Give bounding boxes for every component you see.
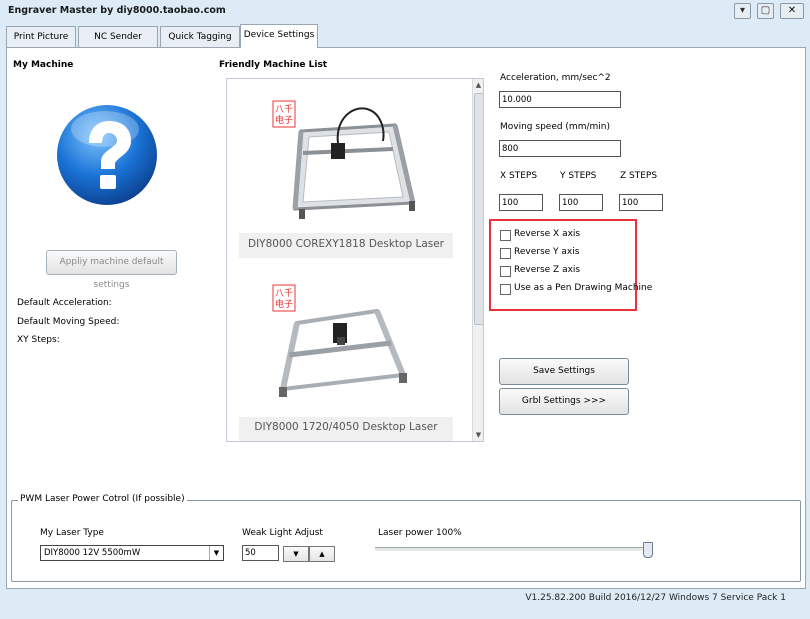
chevron-down-icon[interactable]: ▼	[209, 546, 223, 560]
arrow-up-icon: ▲	[319, 550, 325, 558]
checkbox-label: Use as a Pen Drawing Machine	[514, 283, 653, 293]
laser-type-label: My Laser Type	[40, 528, 104, 538]
my-machine-heading: My Machine	[13, 60, 74, 70]
close-button[interactable]: ✕	[780, 3, 804, 19]
tab-device-settings[interactable]: Device Settings	[240, 24, 318, 48]
svg-text:八千: 八千	[275, 104, 293, 115]
default-moving-speed-label: Default Moving Speed:	[17, 317, 120, 327]
arrow-down-icon: ▼	[293, 550, 299, 558]
checkbox-label: Reverse Z axis	[514, 265, 581, 275]
weak-light-adjust-label: Weak Light Adjust	[242, 528, 323, 538]
acceleration-input[interactable]: 10.000	[499, 91, 621, 108]
title-bar: Engraver Master by diy8000.taobao.com ▾ …	[0, 0, 810, 22]
svg-text:八千: 八千	[275, 288, 293, 299]
device-settings-panel: My Machine Appliy machine default settin…	[6, 47, 806, 589]
scroll-down-arrow-icon[interactable]: ▼	[473, 429, 483, 441]
laser-power-slider-track[interactable]	[375, 547, 651, 552]
minimize-button[interactable]: ▾	[734, 3, 751, 19]
machine-list-scrollbar[interactable]: ▲ ▼	[472, 79, 483, 441]
svg-text:电子: 电子	[275, 298, 293, 310]
question-mark-icon	[57, 105, 157, 205]
machine-image-1720-4050: 八千 电子	[239, 275, 453, 417]
default-acceleration-label: Default Acceleration:	[17, 298, 112, 308]
version-text: V1.25.82.200 Build 2016/12/27 Windows 7 …	[525, 593, 786, 603]
checkbox-square[interactable]	[500, 284, 511, 295]
machine-name: DIY8000 1720/4050 Desktop Laser	[254, 421, 438, 433]
x-steps-input[interactable]: 100	[499, 194, 543, 211]
checkbox-square[interactable]	[500, 266, 511, 277]
machine-name: DIY8000 COREXY1818 Desktop Laser	[247, 238, 445, 250]
checkbox-label: Reverse Y axis	[514, 247, 580, 257]
weak-light-increase-button[interactable]: ▲	[309, 546, 335, 562]
window-title: Engraver Master by diy8000.taobao.com	[8, 5, 226, 16]
x-steps-label: X STEPS	[500, 171, 538, 181]
checkbox-square[interactable]	[500, 248, 511, 259]
weak-light-input[interactable]: 50	[242, 545, 279, 561]
laser-power-label: Laser power 100%	[378, 528, 462, 538]
acceleration-label: Acceleration, mm/sec^2	[500, 73, 611, 83]
y-steps-label: Y STEPS	[560, 171, 597, 181]
grbl-settings-button[interactable]: Grbl Settings >>>	[499, 388, 629, 415]
machine-card-corexy1818[interactable]: 八千 电子 DIY8000 COREXY1818 Desktop Laser	[239, 91, 453, 258]
maximize-icon: ▢	[760, 5, 771, 16]
scroll-up-arrow-icon[interactable]: ▲	[473, 79, 483, 91]
machine-card-1720-4050[interactable]: 八千 电子 DIY8000 1720/4050 Desktop Laser	[239, 275, 453, 441]
y-steps-input[interactable]: 100	[559, 194, 603, 211]
checkbox-square[interactable]	[500, 230, 511, 241]
apply-machine-default-settings-button[interactable]: Appliy machine default settings	[46, 250, 177, 290]
tab-nc-sender[interactable]: NC Sender	[78, 26, 158, 47]
weak-light-decrease-button[interactable]: ▼	[283, 546, 309, 562]
z-steps-label: Z STEPS	[620, 171, 658, 181]
laser-power-slider-thumb[interactable]	[643, 542, 653, 558]
checkbox-label: Reverse X axis	[514, 229, 581, 239]
tab-quick-tagging[interactable]: Quick Tagging	[160, 26, 240, 47]
tab-print-picture[interactable]: Print Picture	[6, 26, 76, 47]
laser-type-value: DIY8000 12V 5500mW	[44, 548, 141, 558]
pwm-laser-power-control-group: PWM Laser Power Cotrol (If possible)	[11, 494, 801, 582]
machine-list[interactable]: 八千 电子 DIY8000 COREXY1818 Desktop Laser 八…	[226, 78, 484, 442]
xy-steps-label: XY Steps:	[17, 335, 60, 345]
maximize-button[interactable]: ▢	[757, 3, 774, 19]
save-settings-button[interactable]: Save Settings	[499, 358, 629, 385]
minimize-icon: ▾	[739, 5, 746, 16]
scrollbar-thumb[interactable]	[474, 93, 483, 325]
close-icon: ✕	[787, 5, 797, 16]
moving-speed-input[interactable]: 800	[499, 140, 621, 157]
axis-options-group: Reverse X axis Reverse Y axis Reverse Z …	[489, 219, 652, 311]
pwm-group-legend: PWM Laser Power Cotrol (If possible)	[18, 494, 187, 504]
svg-text:电子: 电子	[275, 114, 293, 126]
z-steps-input[interactable]: 100	[619, 194, 663, 211]
machine-image-corexy1818: 八千 电子	[239, 91, 453, 233]
friendly-machine-list-heading: Friendly Machine List	[219, 60, 328, 70]
moving-speed-label: Moving speed (mm/min)	[500, 122, 610, 132]
laser-type-select[interactable]: DIY8000 12V 5500mW ▼	[40, 545, 224, 561]
